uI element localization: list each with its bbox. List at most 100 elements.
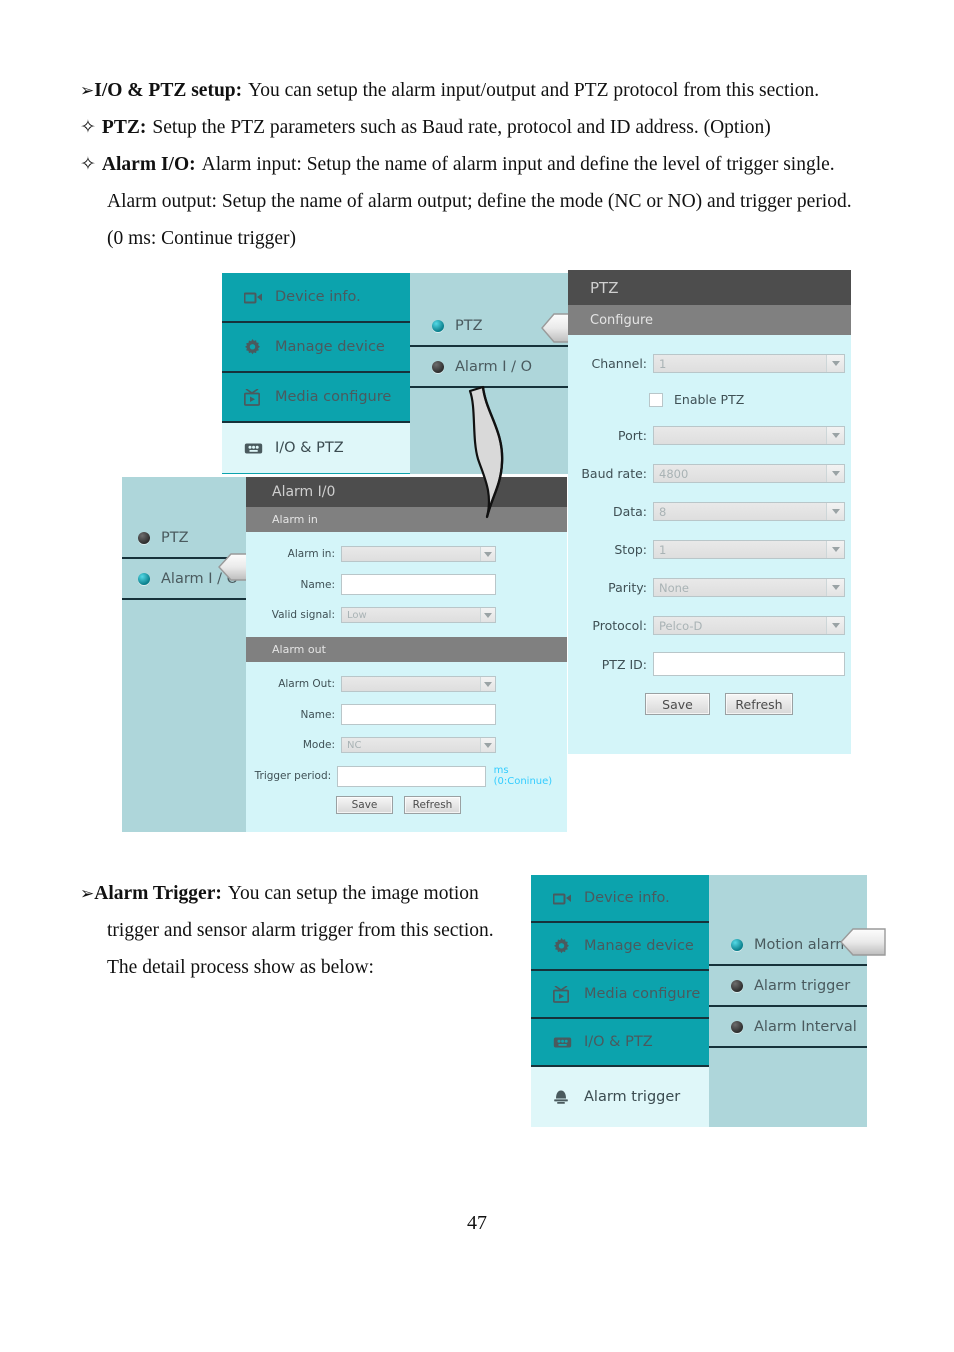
- submenu-item-label: PTZ: [455, 317, 483, 334]
- camcorder-icon: [553, 892, 575, 905]
- paragraph-label: Alarm Trigger:: [94, 883, 222, 904]
- sidebar-item-media-configure[interactable]: Media configure: [222, 373, 410, 423]
- chevron-down-icon[interactable]: [826, 541, 844, 558]
- alarm-trigger-prose: ➢Alarm Trigger: You can setup the image m…: [80, 875, 550, 986]
- chevron-down-icon[interactable]: [826, 355, 844, 372]
- sidebar-item-io-ptz[interactable]: I/O & PTZ: [222, 423, 410, 473]
- chevron-down-icon[interactable]: [826, 617, 844, 634]
- refresh-button[interactable]: Refresh: [404, 796, 461, 814]
- sidebar-item-label: Manage device: [275, 339, 385, 355]
- protocol-select[interactable]: Pelco-D: [653, 616, 845, 635]
- data-bits-value: 8: [659, 504, 667, 519]
- alarm-in-select[interactable]: [341, 546, 496, 562]
- paragraph-alarm-io: ✧ Alarm I/O: Alarm input: Setup the name o…: [80, 146, 880, 183]
- sidebar-item-label: I/O & PTZ: [275, 440, 344, 456]
- baud-rate-select[interactable]: 4800: [653, 464, 845, 483]
- radio-unselected-icon: [731, 1020, 743, 1033]
- field-label-data: Data:: [612, 504, 647, 519]
- sidebar-item-label: I/O & PTZ: [584, 1034, 653, 1050]
- port-select[interactable]: [653, 426, 845, 445]
- chevron-down-icon[interactable]: [826, 503, 844, 520]
- figure1-nav-menu: Device info. Manage device Media configu…: [222, 273, 410, 474]
- sidebar-item-media-configure[interactable]: Media configure: [531, 971, 709, 1019]
- ptz-config-panel: PTZ Configure Channel: 1 Enable PTZ Port…: [568, 270, 851, 754]
- baud-rate-value: 4800: [659, 466, 689, 481]
- ptz-id-input[interactable]: [653, 652, 845, 676]
- trigger-period-hint: ms (0:Coninue): [493, 765, 553, 787]
- paragraph-text: You can setup the alarm input/output and…: [248, 80, 820, 101]
- sidebar-item-manage-device[interactable]: Manage device: [531, 923, 709, 971]
- sidebar-item-label: Media configure: [584, 986, 701, 1002]
- panel-title: PTZ: [568, 270, 851, 305]
- paragraph-io-ptz-setup: ➢I/O & PTZ setup: You can setup the alarm…: [80, 72, 880, 109]
- chevron-down-icon[interactable]: [826, 427, 844, 444]
- radio-unselected-icon: [731, 979, 743, 992]
- stop-bits-select[interactable]: 1: [653, 540, 845, 559]
- alarm-out-name-input[interactable]: [341, 704, 496, 725]
- field-label-parity: Parity:: [608, 580, 647, 595]
- channel-select[interactable]: 1: [653, 354, 845, 373]
- sidebar-item-io-ptz[interactable]: I/O & PTZ: [531, 1019, 709, 1067]
- radio-unselected-icon: [138, 531, 150, 544]
- submenu-item-label: Alarm I / O: [455, 358, 533, 375]
- chevron-down-icon[interactable]: [480, 547, 495, 561]
- valid-signal-select[interactable]: Low: [341, 607, 496, 623]
- radio-selected-icon: [731, 938, 743, 951]
- panel-section-configure: Configure: [568, 305, 851, 335]
- field-label-stop: Stop:: [614, 542, 647, 557]
- field-label-baud-rate: Baud rate:: [581, 466, 647, 481]
- refresh-button[interactable]: Refresh: [725, 693, 793, 715]
- media-box-icon: [553, 985, 575, 1003]
- mode-select[interactable]: NC: [341, 737, 496, 753]
- sidebar-item-label: Media configure: [275, 389, 392, 405]
- gear-icon: [553, 937, 575, 955]
- panel-title: Alarm I/0: [246, 477, 567, 507]
- selection-pointer-icon: [840, 928, 886, 958]
- intro-prose: ➢I/O & PTZ setup: You can setup the alarm…: [80, 72, 880, 257]
- figure2-nav-menu: Device info. Manage device Media configu…: [531, 875, 709, 1127]
- sidebar-item-label: Device info.: [584, 890, 670, 906]
- chevron-down-icon[interactable]: [480, 608, 495, 622]
- enable-ptz-checkbox[interactable]: [649, 392, 663, 407]
- trigger-period-input[interactable]: [337, 765, 486, 787]
- submenu-item-alarm-interval[interactable]: Alarm Interval: [709, 1007, 867, 1048]
- save-button[interactable]: Save: [336, 796, 393, 814]
- field-label-alarm-out: Alarm Out:: [278, 678, 335, 690]
- curved-pointer-annotation: [462, 385, 518, 525]
- sidebar-item-manage-device[interactable]: Manage device: [222, 323, 410, 373]
- paragraph-alarm-trigger-line2: trigger and sensor alarm trigger from th…: [80, 912, 550, 949]
- panel-section-alarm-in: Alarm in: [246, 507, 567, 532]
- alarm-io-panel: Alarm I/0 Alarm in Alarm in: Name: Valid…: [246, 477, 567, 832]
- save-button[interactable]: Save: [645, 693, 710, 715]
- parity-select[interactable]: None: [653, 578, 845, 597]
- field-label-valid-signal: Valid signal:: [271, 609, 335, 621]
- data-bits-select[interactable]: 8: [653, 502, 845, 521]
- submenu-item-alarm-trigger[interactable]: Alarm trigger: [709, 966, 867, 1007]
- field-label-mode: Mode:: [302, 739, 335, 751]
- protocol-value: Pelco-D: [659, 618, 703, 633]
- field-label-ptz-id: PTZ ID:: [601, 656, 647, 672]
- mode-value: NC: [347, 739, 362, 751]
- alarm-out-select[interactable]: [341, 676, 496, 692]
- paragraph-alarm-output: Alarm output: Setup the name of alarm ou…: [80, 183, 880, 220]
- sidebar-item-device-info[interactable]: Device info.: [531, 875, 709, 923]
- chevron-down-icon[interactable]: [826, 579, 844, 596]
- arrow-bullet-icon: ➢: [80, 884, 95, 903]
- chevron-down-icon[interactable]: [480, 677, 495, 691]
- valid-signal-value: Low: [347, 609, 367, 621]
- chevron-down-icon[interactable]: [826, 465, 844, 482]
- sidebar-item-device-info[interactable]: Device info.: [222, 273, 410, 323]
- paragraph-label: I/O & PTZ setup:: [94, 80, 243, 101]
- sidebar-item-alarm-trigger[interactable]: Alarm trigger: [531, 1067, 709, 1127]
- alarm-in-name-input[interactable]: [341, 574, 496, 595]
- figure1-submenu-bottom: PTZ Alarm I / O: [122, 477, 246, 832]
- paragraph-text: (0 ms: Continue trigger): [107, 228, 297, 249]
- star-bullet-icon: ✧: [80, 117, 96, 138]
- paragraph-text: Alarm input: Setup the name of alarm inp…: [201, 154, 835, 175]
- submenu-item-label: PTZ: [161, 529, 189, 546]
- paragraph-label: PTZ:: [101, 117, 147, 138]
- submenu-item-alarm-io[interactable]: Alarm I / O: [410, 347, 569, 388]
- chevron-down-icon[interactable]: [480, 738, 495, 752]
- submenu-item-label: Alarm trigger: [754, 977, 851, 994]
- paragraph-text: The detail process show as below:: [107, 957, 374, 978]
